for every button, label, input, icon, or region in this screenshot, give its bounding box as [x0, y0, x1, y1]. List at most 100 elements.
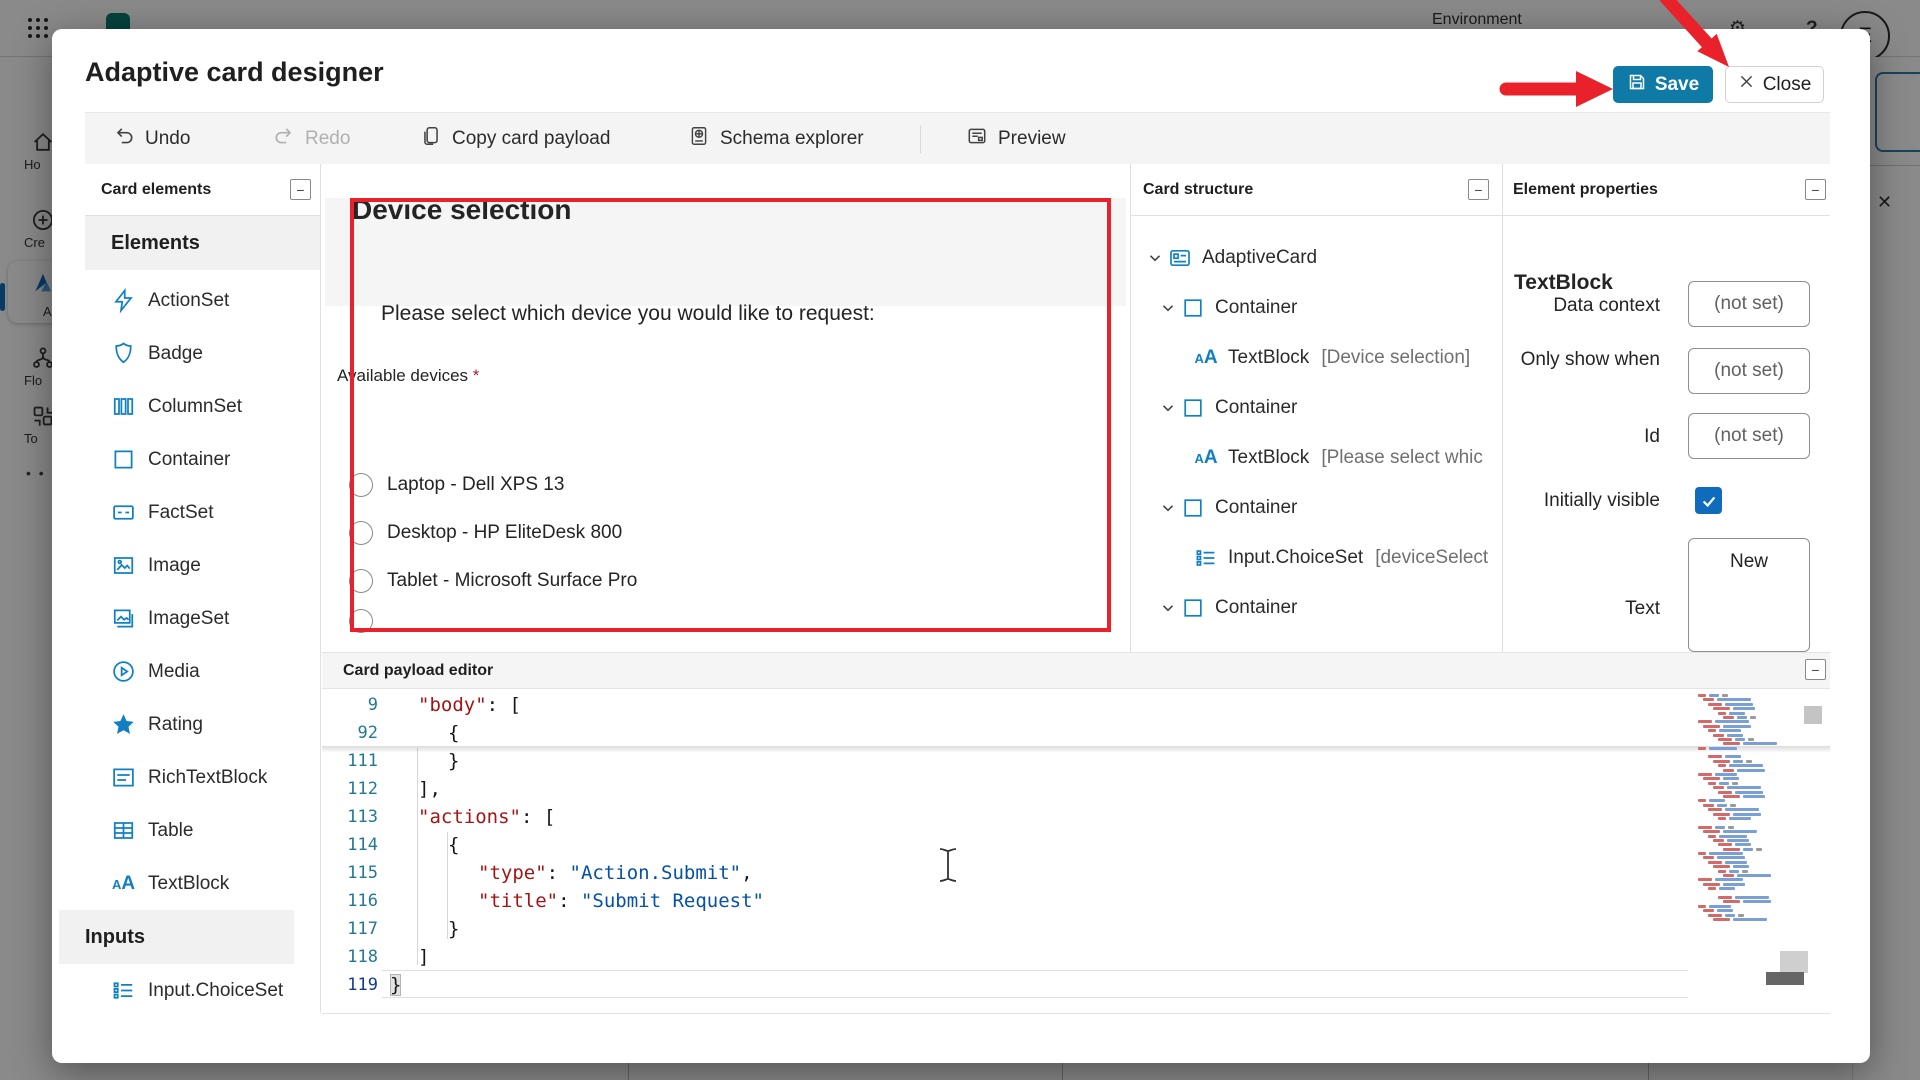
radio-icon[interactable]: [349, 609, 373, 633]
radio-icon[interactable]: [349, 569, 373, 593]
choice-option[interactable]: Tablet - Microsoft Surface Pro: [349, 569, 637, 593]
code-line-92[interactable]: 92{: [322, 719, 1830, 747]
chevron-down-icon[interactable]: [1158, 498, 1178, 518]
badge-icon: [111, 341, 136, 366]
initially-visible-checkbox[interactable]: [1695, 487, 1722, 514]
tree-node-container[interactable]: Container: [1130, 383, 1502, 433]
dialog-title: Adaptive card designer: [85, 57, 384, 88]
initially-visible-label: Initially visible: [1510, 490, 1660, 512]
chevron-down-icon[interactable]: [1158, 398, 1178, 418]
radio-icon[interactable]: [349, 521, 373, 545]
tree-node-textblock[interactable]: AATextBlock[Device selection]: [1130, 333, 1502, 383]
horizontal-scrollbar[interactable]: [1766, 972, 1804, 985]
radio-icon[interactable]: [349, 473, 373, 497]
media-icon: [111, 659, 136, 684]
tree-node-adaptivecard[interactable]: AdaptiveCard: [1130, 233, 1502, 283]
chevron-down-icon[interactable]: [1158, 598, 1178, 618]
card-structure-tree: AdaptiveCardContainerAATextBlock[Device …: [1130, 233, 1502, 633]
line-number: 119: [322, 975, 378, 995]
save-button[interactable]: Save: [1613, 66, 1713, 103]
close-button[interactable]: Close: [1725, 66, 1824, 103]
code-line-115[interactable]: 115"type": "Action.Submit",: [322, 859, 1830, 887]
choice-option[interactable]: Desktop - HP EliteDesk 800: [349, 521, 622, 545]
code-line-9[interactable]: 9"body": [: [322, 691, 1830, 719]
data-context-input[interactable]: (not set): [1688, 281, 1810, 327]
code-line-118[interactable]: 118]: [322, 943, 1830, 971]
vertical-scrollbar[interactable]: [1804, 706, 1822, 724]
code-line-113[interactable]: 113"actions": [: [322, 803, 1830, 831]
element-item-table[interactable]: Table: [85, 804, 320, 857]
minimap[interactable]: [1694, 690, 1794, 950]
element-item-actionset[interactable]: ActionSet: [85, 274, 320, 327]
container-icon: [1181, 496, 1205, 520]
element-item-factset[interactable]: FactSet: [85, 486, 320, 539]
code-editor[interactable]: 9"body": [92{111}112],113"actions": [114…: [322, 690, 1830, 1013]
element-item-columnset[interactable]: ColumnSet: [85, 380, 320, 433]
tree-node-detail: [Please select whic: [1321, 447, 1483, 469]
adaptive-card-designer-dialog: Adaptive card designer Save Close Undo: [52, 29, 1870, 1063]
element-item-imageset[interactable]: ImageSet: [85, 592, 320, 645]
card-prompt-text[interactable]: Please select which device you would lik…: [381, 302, 875, 326]
text-label: Text: [1510, 598, 1660, 620]
text-value-input[interactable]: New: [1688, 538, 1810, 652]
collapse-card-elements-icon[interactable]: −: [290, 179, 311, 200]
code-line-116[interactable]: 116"title": "Submit Request": [322, 887, 1830, 915]
check-icon: [1700, 492, 1718, 510]
collapse-element-properties-icon[interactable]: −: [1805, 179, 1826, 200]
line-number: 113: [322, 807, 378, 827]
choiceset-icon: [111, 978, 136, 1003]
element-item-richtextblock[interactable]: RichTextBlock: [85, 751, 320, 804]
chevron-down-icon[interactable]: [1158, 298, 1178, 318]
code-line-117[interactable]: 117}: [322, 915, 1830, 943]
code-line-114[interactable]: 114{: [322, 831, 1830, 859]
card-elements-title: Card elements: [101, 164, 211, 216]
code-line-112[interactable]: 112],: [322, 775, 1830, 803]
element-item-textblock[interactable]: AATextBlock: [85, 857, 320, 910]
line-number: 112: [322, 779, 378, 799]
card-payload-editor-header: Card payload editor: [322, 652, 1830, 689]
scrollbar-corner: [1780, 951, 1808, 973]
choice-option[interactable]: Laptop - Dell XPS 13: [349, 473, 564, 497]
line-number: 92: [322, 723, 378, 743]
designer-toolbar: Undo Redo Copy card payload Schema explo…: [85, 112, 1830, 164]
id-label: Id: [1510, 426, 1660, 448]
divider: [1130, 215, 1502, 216]
undo-button[interactable]: Undo: [113, 113, 190, 165]
tree-node-input.choiceset[interactable]: Input.ChoiceSet[deviceSelect: [1130, 533, 1502, 583]
element-item-container[interactable]: Container: [85, 433, 320, 486]
container-icon: [111, 447, 136, 472]
collapse-card-structure-icon[interactable]: −: [1468, 179, 1489, 200]
element-item-image[interactable]: Image: [85, 539, 320, 592]
schema-explorer-button[interactable]: Schema explorer: [688, 113, 864, 165]
card-title[interactable]: Device selection: [352, 194, 571, 226]
card-elements-list: ActionSetBadgeColumnSetContainerFactSetI…: [85, 274, 320, 1017]
id-input[interactable]: (not set): [1688, 413, 1810, 459]
tree-node-container[interactable]: Container: [1130, 283, 1502, 333]
element-item-rating[interactable]: Rating: [85, 698, 320, 751]
copy-card-payload-button[interactable]: Copy card payload: [420, 113, 610, 165]
elements-section-header[interactable]: Elements: [85, 216, 320, 270]
card-preview-canvas: Device selection Please select which dev…: [321, 164, 1130, 652]
card-field-label[interactable]: Available devices *: [337, 366, 479, 386]
only-show-when-input[interactable]: (not set): [1688, 348, 1810, 394]
columnset-icon: [111, 394, 136, 419]
inputs-section-header[interactable]: Inputs: [59, 910, 294, 964]
element-item-input.choiceset[interactable]: Input.ChoiceSet: [85, 964, 320, 1017]
divider: [322, 1013, 1830, 1014]
only-show-when-label: Only show when: [1510, 349, 1660, 371]
tree-node-container[interactable]: Container: [1130, 483, 1502, 533]
chevron-down-icon[interactable]: [1145, 248, 1165, 268]
redo-icon: [273, 125, 295, 153]
tree-node-container[interactable]: Container: [1130, 583, 1502, 633]
tree-node-textblock[interactable]: AATextBlock[Please select whic: [1130, 433, 1502, 483]
collapse-payload-editor-icon[interactable]: −: [1805, 659, 1826, 680]
element-item-media[interactable]: Media: [85, 645, 320, 698]
card-payload-editor-title: Card payload editor: [343, 662, 493, 680]
element-item-badge[interactable]: Badge: [85, 327, 320, 380]
toolbar-divider: [920, 125, 921, 153]
redo-button[interactable]: Redo: [273, 113, 350, 165]
image-icon: [111, 553, 136, 578]
undo-icon: [113, 125, 135, 153]
preview-button[interactable]: Preview: [966, 113, 1066, 165]
line-number: 117: [322, 919, 378, 939]
